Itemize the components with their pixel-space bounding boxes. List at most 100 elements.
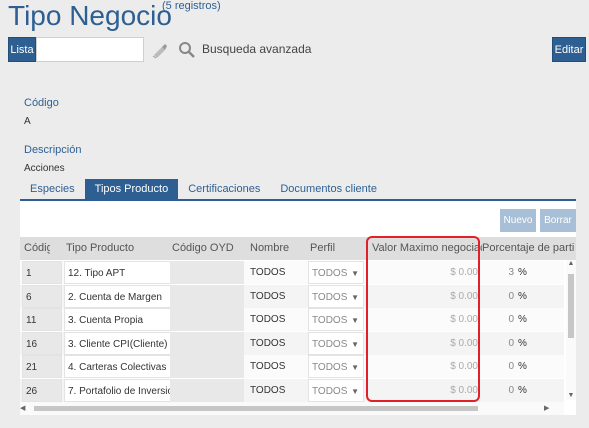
porcentaje-field[interactable]: 0 [484, 308, 514, 331]
percent-symbol: % [518, 384, 527, 396]
clear-filter-icon[interactable] [148, 38, 172, 62]
description-value: Acciones [24, 163, 65, 174]
description-label: Descripción [24, 144, 82, 156]
perfil-select[interactable]: TODOS ▼ [308, 308, 364, 331]
tab-bar: Especies Tipos Producto Certificaciones … [20, 179, 387, 200]
tipo-producto-value: 2. Cuenta de Margen [68, 291, 162, 303]
tab-especies[interactable]: Especies [20, 179, 85, 200]
codigo-oyd-field[interactable] [170, 308, 244, 331]
scroll-right-icon[interactable]: ▶ [544, 404, 554, 412]
tab-certificaciones[interactable]: Certificaciones [178, 179, 270, 200]
table-row[interactable]: 16 3. Cliente CPI(Cliente)▼ TODOS TODOS▼… [20, 331, 564, 355]
scroll-down-icon[interactable]: ▼ [566, 392, 576, 400]
tipo-producto-value: 4. Carteras Colectivas [68, 362, 167, 373]
list-button[interactable]: Lista [8, 37, 36, 62]
scroll-up-icon[interactable]: ▲ [566, 260, 576, 268]
porcentaje-field[interactable]: 0 [484, 355, 514, 378]
chevron-down-icon[interactable]: ▼ [351, 286, 359, 307]
vertical-scroll-thumb[interactable] [568, 274, 574, 338]
tipo-producto-select[interactable]: 7. Portafolio de Inversion▼ [64, 378, 184, 402]
nombre-value: TODOS [250, 290, 286, 302]
horizontal-scrollbar[interactable]: ◀ ▶ [20, 402, 564, 415]
chevron-down-icon[interactable]: ▼ [351, 356, 359, 377]
nombre-value: TODOS [250, 267, 286, 278]
nombre-value: TODOS [250, 337, 286, 349]
table-row[interactable]: 6 2. Cuenta de Margen▼ TODOS TODOS▼ $ 0.… [20, 284, 564, 308]
codigo-oyd-field[interactable] [170, 331, 244, 355]
tipo-producto-select[interactable]: 12. Tipo APT▼ [64, 261, 184, 284]
tab-documentos-cliente[interactable]: Documentos cliente [270, 179, 387, 200]
perfil-select[interactable]: TODOS ▼ [308, 284, 364, 308]
perfil-select[interactable]: TODOS ▼ [308, 261, 364, 284]
table-row[interactable]: 1 12. Tipo APT▼ TODOS TODOS▼ $ 0.00 3 % [20, 261, 564, 284]
search-icon[interactable] [175, 38, 199, 62]
tipo-producto-select[interactable]: 3. Cliente CPI(Cliente)▼ [64, 331, 184, 355]
code-value: A [24, 116, 31, 127]
perfil-value: TODOS [312, 315, 348, 326]
search-input[interactable] [36, 37, 144, 62]
codigo-oyd-field[interactable] [170, 284, 244, 308]
col-header-codigo[interactable]: Código [24, 237, 50, 260]
vertical-scrollbar[interactable]: ▲ ▼ [566, 260, 576, 400]
chevron-down-icon[interactable]: ▼ [351, 380, 359, 401]
row-code: 6 [22, 284, 62, 308]
perfil-select[interactable]: TODOS ▼ [308, 378, 364, 402]
perfil-value: TODOS [312, 338, 348, 350]
perfil-value: TODOS [312, 268, 348, 279]
tipo-producto-value: 3. Cliente CPI(Cliente) [68, 338, 168, 350]
codigo-oyd-field[interactable] [170, 261, 244, 284]
delete-button[interactable]: Borrar [540, 209, 576, 232]
col-header-porcentaje[interactable]: Porcentaje de participacion [482, 237, 574, 260]
tipo-producto-value: 3. Cuenta Propia [68, 315, 144, 326]
col-header-tipo-producto[interactable]: Tipo Producto [66, 237, 166, 260]
porcentaje-field[interactable]: 0 [484, 285, 514, 308]
row-code: 26 [22, 378, 62, 402]
nombre-value: TODOS [250, 314, 286, 325]
row-code: 1 [22, 261, 62, 284]
grid-header: Código Tipo Producto Código OYD Nombre P… [20, 237, 576, 260]
edit-button[interactable]: Editar [552, 37, 586, 62]
highlight-box [366, 236, 480, 402]
percent-symbol: % [518, 361, 527, 372]
scroll-left-icon[interactable]: ◀ [20, 404, 30, 412]
codigo-oyd-field[interactable] [170, 378, 244, 402]
tipo-producto-value: 7. Portafolio de Inversion [68, 385, 179, 397]
perfil-value: TODOS [312, 385, 348, 397]
table-row[interactable]: 21 4. Carteras Colectivas▼ TODOS TODOS▼ … [20, 355, 564, 378]
advanced-search-link[interactable]: Busqueda avanzada [202, 42, 311, 56]
tipo-producto-select[interactable]: 2. Cuenta de Margen▼ [64, 284, 184, 308]
codigo-oyd-field[interactable] [170, 355, 244, 378]
perfil-select[interactable]: TODOS ▼ [308, 331, 364, 355]
porcentaje-field[interactable]: 0 [484, 332, 514, 355]
chevron-down-icon[interactable]: ▼ [351, 333, 359, 354]
code-label: Código [24, 97, 59, 109]
nombre-value: TODOS [250, 361, 286, 372]
tipo-producto-value: 12. Tipo APT [68, 268, 126, 279]
perfil-value: TODOS [312, 362, 348, 373]
percent-symbol: % [518, 290, 527, 302]
percent-symbol: % [518, 314, 527, 325]
row-code: 21 [22, 355, 62, 378]
perfil-value: TODOS [312, 291, 348, 303]
row-code: 11 [22, 308, 62, 331]
nombre-value: TODOS [250, 384, 286, 396]
tipo-producto-select[interactable]: 3. Cuenta Propia▼ [64, 308, 184, 331]
porcentaje-field[interactable]: 3 [484, 261, 514, 284]
percent-symbol: % [518, 337, 527, 349]
record-count: (5 registros) [162, 0, 221, 12]
chevron-down-icon[interactable]: ▼ [351, 262, 359, 283]
perfil-select[interactable]: TODOS ▼ [308, 355, 364, 378]
tipo-producto-select[interactable]: 4. Carteras Colectivas▼ [64, 355, 184, 378]
table-row[interactable]: 11 3. Cuenta Propia▼ TODOS TODOS▼ $ 0.00… [20, 308, 564, 331]
row-code: 16 [22, 331, 62, 355]
horizontal-scroll-thumb[interactable] [34, 406, 478, 411]
table-row[interactable]: 26 7. Portafolio de Inversion▼ TODOS TOD… [20, 378, 564, 402]
tab-tipos-producto[interactable]: Tipos Producto [84, 179, 179, 200]
col-header-perfil[interactable]: Perfil [310, 237, 360, 260]
col-header-nombre[interactable]: Nombre [250, 237, 306, 260]
porcentaje-field[interactable]: 0 [484, 379, 514, 402]
new-button[interactable]: Nuevo [500, 209, 536, 232]
percent-symbol: % [518, 267, 527, 278]
col-header-codigo-oyd[interactable]: Código OYD [172, 237, 246, 260]
chevron-down-icon[interactable]: ▼ [351, 309, 359, 330]
